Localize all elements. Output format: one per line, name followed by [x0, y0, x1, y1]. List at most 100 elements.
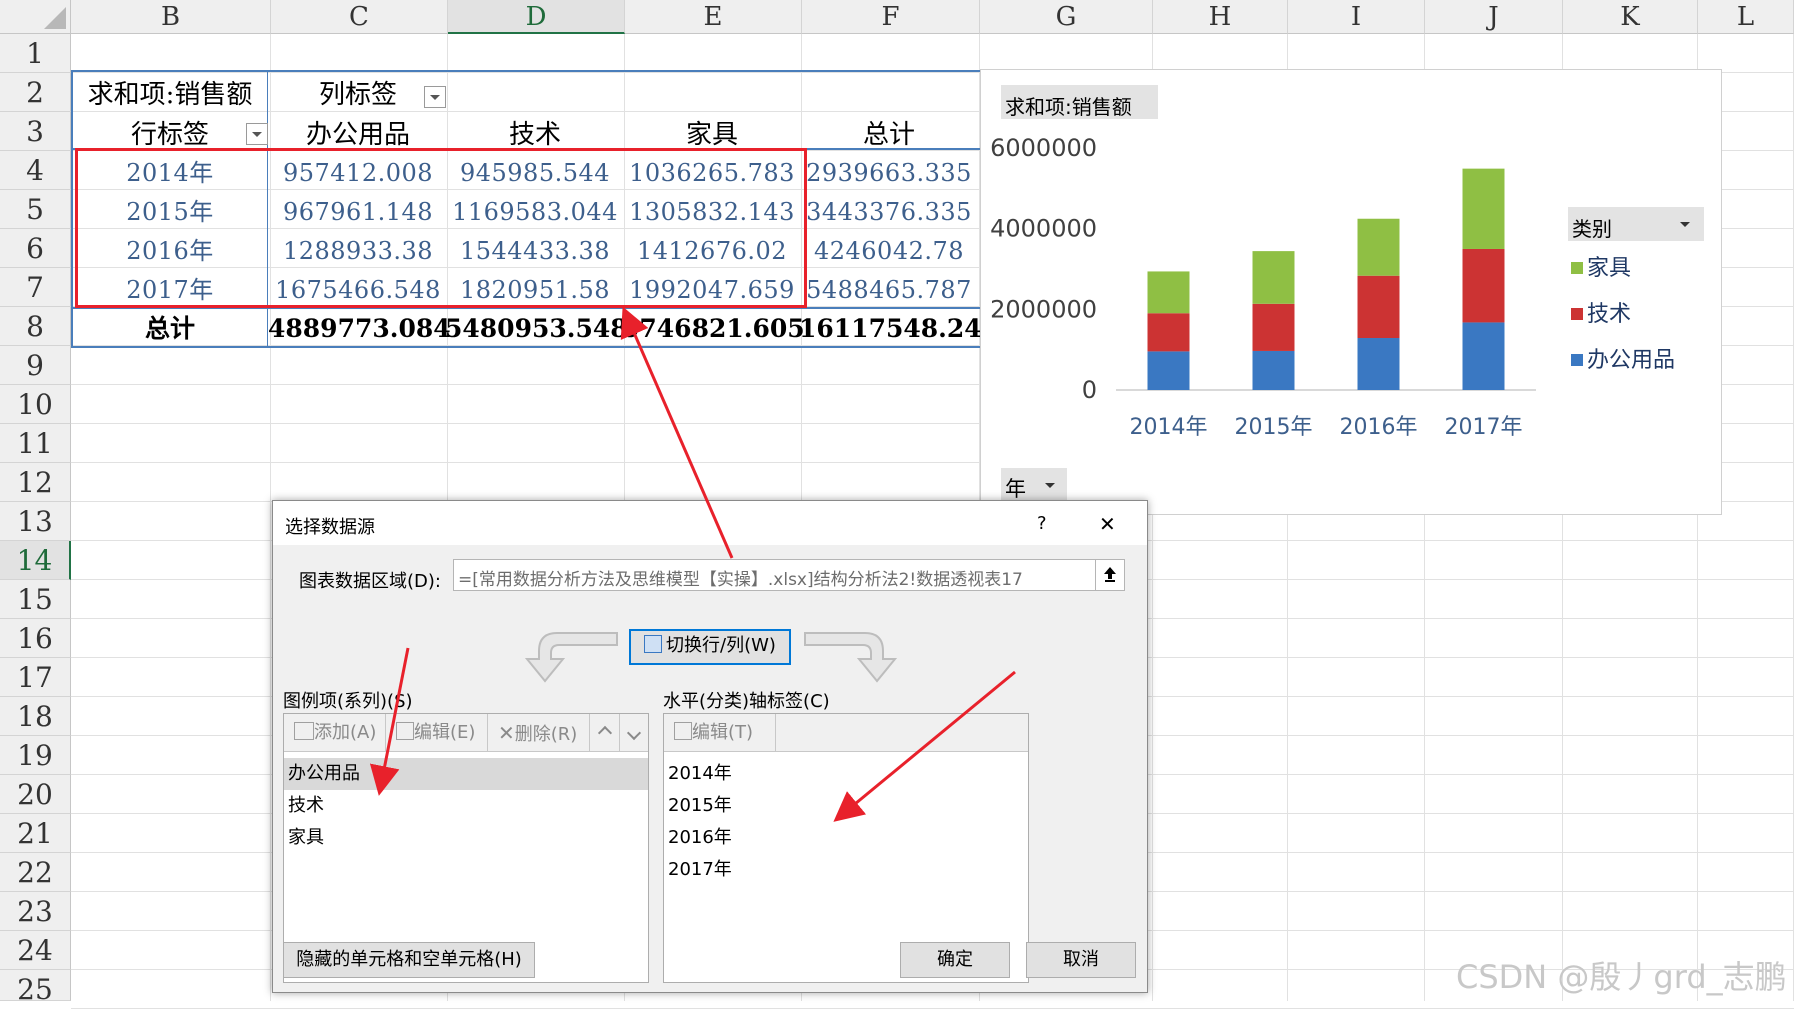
- row-header-9[interactable]: 9: [0, 346, 71, 385]
- pivot-total-label: 总计: [144, 314, 195, 343]
- switch-left-arrow-icon: [525, 632, 618, 683]
- dialog-titlebar[interactable]: 选择数据源 ? ✕: [273, 501, 1147, 545]
- bar-技术-2016年[interactable]: [1357, 275, 1400, 339]
- switch-row-column-button[interactable]: 切换行/列(W): [629, 629, 791, 665]
- column-header-I[interactable]: I: [1288, 0, 1425, 34]
- collapse-range-button[interactable]: [1095, 559, 1125, 591]
- delete-series-button[interactable]: ✕删除(R): [488, 714, 590, 752]
- bar-办公用品-2016年[interactable]: [1357, 338, 1400, 390]
- edit-axis-button[interactable]: 编辑(T): [664, 714, 776, 752]
- x-tick-label: 2016年: [1340, 415, 1418, 440]
- column-header-D[interactable]: D: [448, 0, 625, 34]
- row-header-19[interactable]: 19: [0, 736, 71, 775]
- pivot-value-field[interactable]: 求和项:销售额: [73, 76, 267, 114]
- move-down-button[interactable]: [620, 714, 648, 752]
- column-header-C[interactable]: C: [271, 0, 448, 34]
- row-header-22[interactable]: 22: [0, 853, 71, 892]
- row-header-25[interactable]: 25: [0, 970, 71, 1006]
- column-header-J[interactable]: J: [1425, 0, 1563, 34]
- axis-list-item[interactable]: 2014年: [664, 758, 1028, 790]
- row-header-12[interactable]: 12: [0, 463, 71, 502]
- pivot-header-total: 总计: [862, 120, 915, 150]
- chart-axis-field-button[interactable]: 年: [1001, 468, 1067, 502]
- row-header-23[interactable]: 23: [0, 892, 71, 931]
- select-data-source-dialog[interactable]: 选择数据源 ? ✕ 图表数据区域(D): =[常用数据分析方法及思维模型【实操】…: [272, 500, 1148, 993]
- bar-技术-2015年[interactable]: [1252, 303, 1295, 351]
- bar-技术-2014年[interactable]: [1147, 313, 1190, 352]
- row-header-24[interactable]: 24: [0, 931, 71, 970]
- row-labels-filter-button[interactable]: [246, 123, 268, 145]
- row-header-11[interactable]: 11: [0, 424, 71, 463]
- delete-icon: ✕: [498, 721, 515, 745]
- row-header-20[interactable]: 20: [0, 775, 71, 814]
- axis-list-item[interactable]: 2016年: [664, 822, 1028, 854]
- help-button[interactable]: ?: [1037, 513, 1047, 534]
- hidden-empty-cells-button[interactable]: 隐藏的单元格和空单元格(H): [283, 942, 535, 978]
- row-header-10[interactable]: 10: [0, 385, 71, 424]
- data-highlight-box: [75, 148, 807, 308]
- column-header-G[interactable]: G: [980, 0, 1153, 34]
- column-header-K[interactable]: K: [1563, 0, 1698, 34]
- select-all-corner[interactable]: [0, 0, 71, 34]
- bar-办公用品-2017年[interactable]: [1462, 322, 1505, 390]
- column-header-F[interactable]: F: [802, 0, 980, 34]
- pivot-chart[interactable]: 求和项:销售额 6000000 4000000 2000000 0 2014年 2015年…: [980, 69, 1722, 515]
- column-header-H[interactable]: H: [1153, 0, 1288, 34]
- chart-legend-field-button[interactable]: 类别: [1568, 207, 1704, 241]
- row-header-13[interactable]: 13: [0, 502, 71, 541]
- row-header-7[interactable]: 7: [0, 268, 71, 307]
- pivot-value-cell: 3443376.335: [806, 198, 972, 226]
- edit-series-button[interactable]: 编辑(E): [386, 714, 488, 752]
- pivot-column-labels[interactable]: 列标签: [268, 76, 448, 114]
- row-header-4[interactable]: 4: [0, 151, 71, 190]
- row-header-21[interactable]: 21: [0, 814, 71, 853]
- bar-技术-2017年[interactable]: [1462, 248, 1505, 323]
- move-up-button[interactable]: [590, 714, 620, 752]
- legend-label: 办公用品: [1587, 348, 1676, 373]
- bar-家具-2014年[interactable]: [1147, 271, 1190, 314]
- column-labels-filter-button[interactable]: [424, 86, 446, 108]
- column-header-E[interactable]: E: [625, 0, 802, 34]
- chevron-down-icon: [1045, 483, 1055, 488]
- add-series-button[interactable]: 添加(A): [284, 714, 386, 752]
- row-header-3[interactable]: 3: [0, 112, 71, 151]
- pivot-value-cell: 4246042.78: [813, 237, 965, 265]
- series-toolbar: 添加(A) 编辑(E) ✕删除(R): [284, 714, 648, 752]
- ok-button[interactable]: 确定: [900, 942, 1010, 978]
- legend-swatch: [1571, 308, 1583, 320]
- chart-range-input[interactable]: =[常用数据分析方法及思维模型【实操】.xlsx]结构分析法2!数据透视表17: [453, 559, 1096, 591]
- bar-办公用品-2014年[interactable]: [1147, 351, 1190, 390]
- row-header-5[interactable]: 5: [0, 190, 71, 229]
- axis-list-item[interactable]: 2017年: [664, 854, 1028, 886]
- series-list-item[interactable]: 家具: [284, 822, 648, 854]
- y-tick-label: 4000000: [990, 215, 1097, 243]
- cancel-button[interactable]: 取消: [1026, 942, 1136, 978]
- legend-item[interactable]: 技术: [1571, 296, 1631, 328]
- bar-家具-2015年[interactable]: [1252, 251, 1295, 304]
- row-header-15[interactable]: 15: [0, 580, 71, 619]
- bar-家具-2016年[interactable]: [1357, 218, 1400, 276]
- row-header-18[interactable]: 18: [0, 697, 71, 736]
- row-header-1[interactable]: 1: [0, 34, 71, 73]
- legend-item[interactable]: 家具: [1571, 250, 1631, 282]
- pivot-total-furniture: 5746821.605: [622, 314, 805, 343]
- row-header-8[interactable]: 8: [0, 307, 71, 346]
- series-list-item[interactable]: 技术: [284, 790, 648, 822]
- row-header-17[interactable]: 17: [0, 658, 71, 697]
- bar-办公用品-2015年[interactable]: [1252, 350, 1295, 390]
- axis-list-item[interactable]: 2015年: [664, 790, 1028, 822]
- x-tick-label: 2017年: [1445, 415, 1523, 440]
- row-header-6[interactable]: 6: [0, 229, 71, 268]
- row-header-16[interactable]: 16: [0, 619, 71, 658]
- series-list-item[interactable]: 办公用品: [284, 758, 648, 790]
- column-header-L[interactable]: L: [1698, 0, 1794, 34]
- row-header-2[interactable]: 2: [0, 73, 71, 112]
- row-header-14[interactable]: 14: [0, 541, 71, 580]
- bar-家具-2017年[interactable]: [1462, 168, 1505, 249]
- close-icon[interactable]: ✕: [1099, 512, 1116, 536]
- legend-item[interactable]: 办公用品: [1571, 342, 1675, 374]
- watermark: CSDN @殷丿grd_志鹏: [1456, 958, 1787, 996]
- legend-swatch: [1571, 354, 1583, 366]
- collapse-arrow-icon: [1104, 567, 1116, 582]
- column-header-B[interactable]: B: [71, 0, 271, 34]
